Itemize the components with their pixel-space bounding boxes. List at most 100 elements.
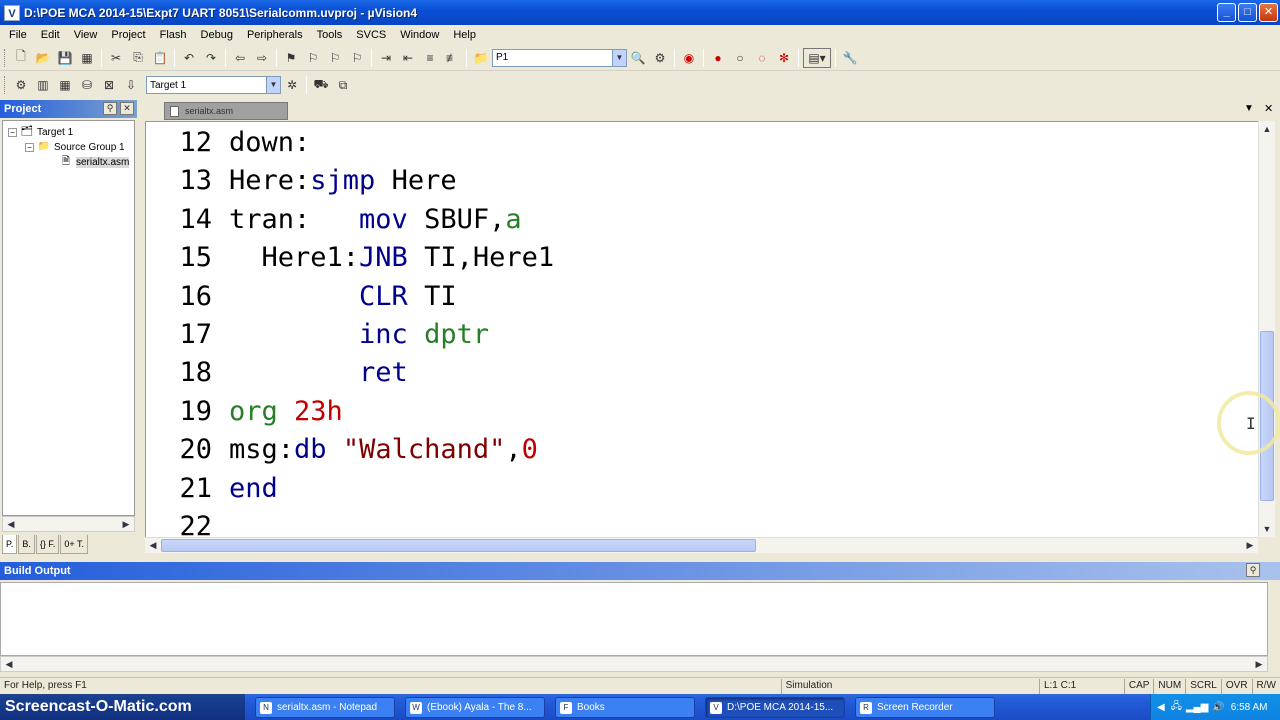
editor-horizontal-scrollbar[interactable]: ◀ ▶ — [145, 537, 1258, 553]
code-line[interactable]: 14 tran: mov SBUF,a — [146, 201, 1246, 239]
find-combo[interactable]: P1 ▼ — [492, 48, 627, 67]
window-layout-icon[interactable]: ▤▾ — [803, 47, 831, 68]
find-icon[interactable]: ⚙ — [650, 48, 670, 68]
redo-icon[interactable]: ↷ — [201, 48, 221, 68]
bookmark-clear-icon[interactable]: ⚐ — [347, 48, 367, 68]
pin-icon[interactable]: ⚲ — [1246, 563, 1260, 577]
task-notepad[interactable]: N serialtx.asm - Notepad — [255, 697, 395, 718]
disable-all-breakpoints-icon[interactable]: ◌ — [752, 48, 772, 68]
tree-node-file[interactable]: 🗎 serialtx.asm — [59, 156, 130, 168]
menu-debug[interactable]: Debug — [194, 25, 240, 45]
network-icon[interactable]: 🖧 — [1171, 699, 1182, 716]
chevron-down-icon[interactable]: ▼ — [266, 77, 280, 93]
close-icon[interactable]: ✕ — [120, 102, 134, 115]
task-books[interactable]: F Books — [555, 697, 695, 718]
target-options-icon[interactable]: ✲ — [282, 75, 302, 95]
select-packs-icon[interactable]: ⧉ — [333, 75, 353, 95]
manage-components-icon[interactable]: ⛟ — [311, 75, 331, 95]
collapse-icon[interactable]: − — [8, 127, 17, 137]
rebuild-icon[interactable]: ▦ — [55, 75, 75, 95]
scroll-left-icon[interactable]: ◀ — [146, 538, 160, 552]
stop-build-icon[interactable]: ⊠ — [99, 75, 119, 95]
batch-build-icon[interactable]: ⛁ — [77, 75, 97, 95]
code-line[interactable]: 18 ret — [146, 354, 1246, 392]
build-output-text[interactable] — [0, 582, 1268, 656]
target-select[interactable]: Target 1 ▼ — [146, 76, 281, 94]
tree-node-target[interactable]: − 🗂 Target 1 — [8, 126, 73, 138]
tab-list-dropdown-icon[interactable]: ▼ — [1244, 103, 1254, 114]
editor-vertical-scrollbar[interactable]: ▲ ▼ — [1258, 121, 1275, 537]
menu-window[interactable]: Window — [393, 25, 446, 45]
code-line[interactable]: 22 — [146, 508, 1246, 537]
tab-project[interactable]: P. — [2, 535, 18, 554]
download-icon[interactable]: ⇩ — [121, 75, 141, 95]
code-line[interactable]: 12 down: — [146, 124, 1246, 162]
scroll-down-icon[interactable]: ▼ — [1260, 522, 1274, 536]
configure-icon[interactable]: 🔧 — [840, 48, 860, 68]
scroll-right-icon[interactable]: ▶ — [1252, 657, 1266, 671]
build-icon[interactable]: ▥ — [33, 75, 53, 95]
incremental-find-icon[interactable]: 🔍 — [628, 48, 648, 68]
close-editor-icon[interactable]: ✕ — [1264, 102, 1273, 115]
uvision-app-icon[interactable]: V — [4, 4, 20, 21]
save-icon[interactable]: 💾 — [55, 48, 75, 68]
menu-flash[interactable]: Flash — [153, 25, 194, 45]
close-button[interactable]: ✕ — [1259, 3, 1278, 22]
menu-file[interactable]: File — [2, 25, 34, 45]
indent-icon[interactable]: ⇥ — [376, 48, 396, 68]
code-line[interactable]: 21 end — [146, 470, 1246, 508]
bookmark-toggle-icon[interactable]: ⚑ — [281, 48, 301, 68]
clock[interactable]: 6:58 AM — [1231, 702, 1268, 713]
uncomment-icon[interactable]: ≢ — [442, 48, 462, 68]
new-file-icon[interactable]: 🗋 — [11, 48, 31, 68]
navigate-back-icon[interactable]: ⇦ — [230, 48, 250, 68]
open-folder-icon[interactable]: 📂 — [33, 48, 53, 68]
scroll-right-icon[interactable]: ▶ — [119, 517, 133, 531]
menu-peripherals[interactable]: Peripherals — [240, 25, 310, 45]
comment-icon[interactable]: ≡ — [420, 48, 440, 68]
chevron-down-icon[interactable]: ▼ — [612, 49, 626, 66]
code-line[interactable]: 16 CLR TI — [146, 278, 1246, 316]
code-line[interactable]: 13 Here:sjmp Here — [146, 162, 1246, 200]
menu-view[interactable]: View — [67, 25, 105, 45]
code-line[interactable]: 19 org 23h — [146, 393, 1246, 431]
code-line[interactable]: 15 Here1:JNB TI,Here1 — [146, 239, 1246, 277]
save-all-icon[interactable]: ▦ — [77, 48, 97, 68]
code-editor[interactable]: 12 down: 13 Here:sjmp Here 14 tran: mov SBUF,… — [145, 121, 1258, 537]
kill-all-breakpoints-icon[interactable]: ✻ — [774, 48, 794, 68]
task-ebook[interactable]: W (Ebook) Ayala - The 8... — [405, 697, 545, 718]
menu-help[interactable]: Help — [446, 25, 483, 45]
copy-icon[interactable]: ⎘ — [128, 48, 148, 68]
undo-icon[interactable]: ↶ — [179, 48, 199, 68]
project-horizontal-scrollbar[interactable]: ◀ ▶ — [2, 516, 135, 532]
scroll-right-icon[interactable]: ▶ — [1243, 538, 1257, 552]
build-output-horizontal-scrollbar[interactable]: ◀ ▶ — [0, 656, 1268, 672]
translate-icon[interactable]: ⚙ — [11, 75, 31, 95]
menu-tools[interactable]: Tools — [310, 25, 350, 45]
unindent-icon[interactable]: ⇤ — [398, 48, 418, 68]
pin-icon[interactable]: ⚲ — [103, 102, 117, 115]
tab-books[interactable]: B. — [18, 535, 35, 554]
paste-icon[interactable]: 📋 — [150, 48, 170, 68]
enable-breakpoint-icon[interactable]: ○ — [730, 48, 750, 68]
tab-functions[interactable]: {} F. — [35, 535, 60, 554]
tray-expand-icon[interactable]: ◀ — [1157, 702, 1165, 713]
menu-project[interactable]: Project — [104, 25, 152, 45]
menu-edit[interactable]: Edit — [34, 25, 67, 45]
menu-svcs[interactable]: SVCS — [349, 25, 393, 45]
navigate-forward-icon[interactable]: ⇨ — [252, 48, 272, 68]
scroll-left-icon[interactable]: ◀ — [4, 517, 18, 531]
cut-icon[interactable]: ✂ — [106, 48, 126, 68]
maximize-button[interactable]: □ — [1238, 3, 1257, 22]
tab-serialtx-asm[interactable]: serialtx.asm — [164, 102, 288, 120]
toolbar-grip[interactable] — [4, 48, 7, 67]
code-line[interactable]: 20 msg:db "Walchand",0 — [146, 431, 1246, 469]
insert-breakpoint-icon[interactable]: ● — [708, 48, 728, 68]
scroll-up-icon[interactable]: ▲ — [1260, 122, 1274, 136]
task-uvision[interactable]: V D:\POE MCA 2014-15... — [705, 697, 845, 718]
tab-templates[interactable]: 0+ T. — [60, 535, 88, 554]
debug-session-icon[interactable]: ◉ — [679, 48, 699, 68]
scroll-left-icon[interactable]: ◀ — [2, 657, 16, 671]
task-screen-recorder[interactable]: R Screen Recorder — [855, 697, 995, 718]
toolbar-grip[interactable] — [4, 76, 7, 94]
